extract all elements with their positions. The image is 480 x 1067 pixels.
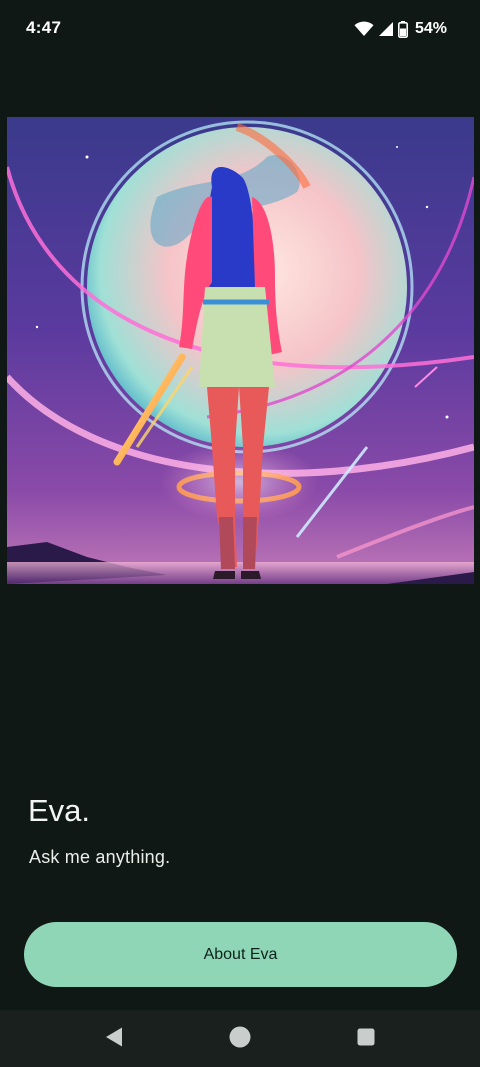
wifi-icon	[354, 21, 374, 37]
back-button[interactable]	[100, 1025, 128, 1053]
about-eva-button[interactable]: About Eva	[24, 922, 457, 987]
back-icon	[104, 1026, 124, 1053]
battery-percent: 54%	[414, 20, 447, 37]
system-nav-bar	[0, 1010, 480, 1067]
home-icon	[229, 1026, 251, 1053]
recents-button[interactable]	[352, 1025, 380, 1053]
status-icons: 54%	[354, 18, 447, 40]
page-title: Eva.	[28, 793, 91, 828]
cell-signal-icon	[378, 21, 394, 37]
recents-icon	[356, 1027, 376, 1052]
battery-icon	[397, 20, 408, 38]
status-time: 4:47	[26, 18, 62, 37]
page-subtitle: Ask me anything.	[29, 847, 171, 867]
status-bar: 4:47 54%	[0, 0, 480, 58]
eva-hero-image	[7, 117, 474, 584]
home-button[interactable]	[226, 1025, 254, 1053]
